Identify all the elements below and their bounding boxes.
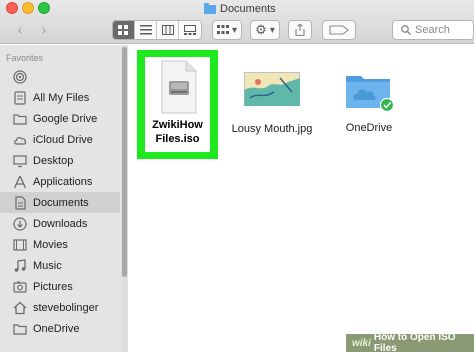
wikihow-badge: wiki How to Open ISO Files — [346, 332, 474, 352]
sidebar-item-label: Pictures — [33, 280, 73, 293]
navigation-arrows: ‹ › — [8, 20, 56, 38]
share-icon — [295, 24, 305, 36]
finder-window: Documents ‹ › ▾ ⚙ ▾ Search Favorites All… — [0, 0, 474, 352]
folder-icon — [12, 111, 27, 126]
forward-button[interactable]: › — [32, 20, 56, 38]
sidebar-item-documents[interactable]: Documents — [0, 192, 120, 213]
sidebar-item-pictures[interactable]: Pictures — [0, 276, 120, 297]
wikihow-logo: wiki — [352, 337, 371, 349]
music-icon — [12, 258, 27, 273]
image-thumbnail-icon — [244, 72, 300, 106]
action-button[interactable]: ⚙ ▾ — [250, 20, 280, 40]
pictures-icon — [12, 279, 27, 294]
toolbar: Documents ‹ › ▾ ⚙ ▾ Search — [0, 0, 474, 44]
sidebar-item-music[interactable]: Music — [0, 255, 120, 276]
sidebar-item-applications[interactable]: Applications — [0, 171, 120, 192]
sidebar-item-label: Google Drive — [33, 112, 98, 125]
arrange-grid-icon — [216, 25, 229, 34]
sidebar-item-label: OneDrive — [33, 322, 80, 335]
applications-icon — [12, 174, 27, 189]
share-button[interactable] — [288, 20, 312, 40]
file-image[interactable]: Lousy Mouth.jpg — [224, 72, 320, 136]
desktop-icon — [12, 153, 27, 168]
folder-icon — [204, 2, 216, 14]
search-placeholder: Search — [415, 24, 450, 36]
home-icon — [12, 300, 27, 315]
folder-name: OneDrive — [345, 122, 393, 134]
airdrop-icon — [12, 69, 27, 84]
sidebar-item-desktop[interactable]: Desktop — [0, 150, 120, 171]
column-view-icon — [161, 25, 174, 35]
sidebar-item-airdrop[interactable] — [0, 66, 120, 87]
arrange-button[interactable]: ▾ — [212, 20, 242, 40]
search-field[interactable]: Search — [392, 20, 474, 40]
file-name-line1: ZwikiHow — [152, 119, 203, 131]
documents-icon — [12, 195, 27, 210]
folder-icon — [12, 321, 27, 336]
edit-tags-button[interactable] — [322, 20, 356, 40]
sidebar-item-label: Applications — [33, 175, 93, 188]
badge-title: How to Open ISO Files — [373, 332, 456, 352]
file-iso[interactable]: ZwikiHow Files.iso — [145, 60, 210, 146]
movies-icon — [12, 237, 27, 252]
sidebar-item-movies[interactable]: Movies — [0, 234, 120, 255]
icon-view-button[interactable] — [113, 21, 135, 39]
sidebar-item-stevebolinger[interactable]: stevebolinger — [0, 297, 120, 318]
folder-onedrive[interactable]: OneDrive — [334, 70, 404, 135]
back-button[interactable]: ‹ — [8, 20, 32, 38]
gallery-view-icon — [184, 25, 196, 35]
sidebar-item-label: Downloads — [33, 217, 88, 230]
sidebar-item-onedrive[interactable]: OneDrive — [0, 318, 120, 339]
sidebar-item-google-drive[interactable]: Google Drive — [0, 108, 120, 129]
list-view-icon — [139, 25, 152, 35]
sidebar-item-label: Desktop — [33, 154, 74, 167]
search-icon — [401, 25, 411, 35]
sidebar-item-label: Music — [33, 259, 62, 272]
downloads-icon — [12, 216, 27, 231]
sidebar-scrollbar[interactable] — [121, 45, 128, 352]
cloud-icon — [12, 132, 27, 147]
close-window-button[interactable] — [6, 2, 18, 14]
window-title-text: Documents — [220, 3, 276, 15]
sidebar-item-label: iCloud Drive — [33, 133, 93, 146]
gallery-view-button[interactable] — [179, 21, 201, 39]
list-view-button[interactable] — [135, 21, 157, 39]
chevron-down-icon: ▾ — [231, 24, 238, 36]
sidebar-scrollbar-thumb[interactable] — [122, 47, 127, 277]
minimize-window-button[interactable] — [22, 2, 34, 14]
file-name: Lousy Mouth.jpg — [231, 123, 313, 135]
zoom-window-button[interactable] — [38, 2, 50, 14]
sidebar-item-label: All My Files — [33, 91, 90, 104]
sidebar-item-label: stevebolinger — [33, 301, 99, 314]
sidebar-item-all-my-files[interactable]: All My Files — [0, 87, 120, 108]
sidebar-item-label: Movies — [33, 238, 68, 251]
window-title: Documents — [204, 2, 276, 15]
gear-icon: ⚙ — [255, 22, 267, 37]
file-name-line2: Files.iso — [155, 133, 200, 145]
tag-icon — [329, 25, 349, 35]
sidebar-item-label: Documents — [33, 196, 89, 209]
disk-image-icon — [161, 60, 196, 114]
column-view-button[interactable] — [157, 21, 179, 39]
chevron-down-icon: ▾ — [269, 24, 275, 36]
all-files-icon — [12, 90, 27, 105]
sidebar-heading-favorites: Favorites — [6, 53, 44, 63]
sidebar: Favorites All My Files Google Drive iClo… — [0, 45, 128, 352]
sidebar-item-icloud-drive[interactable]: iCloud Drive — [0, 129, 120, 150]
sidebar-item-downloads[interactable]: Downloads — [0, 213, 120, 234]
synced-folder-icon — [346, 76, 394, 112]
view-mode-segmented-control — [112, 20, 202, 40]
icon-view-icon — [118, 24, 128, 35]
